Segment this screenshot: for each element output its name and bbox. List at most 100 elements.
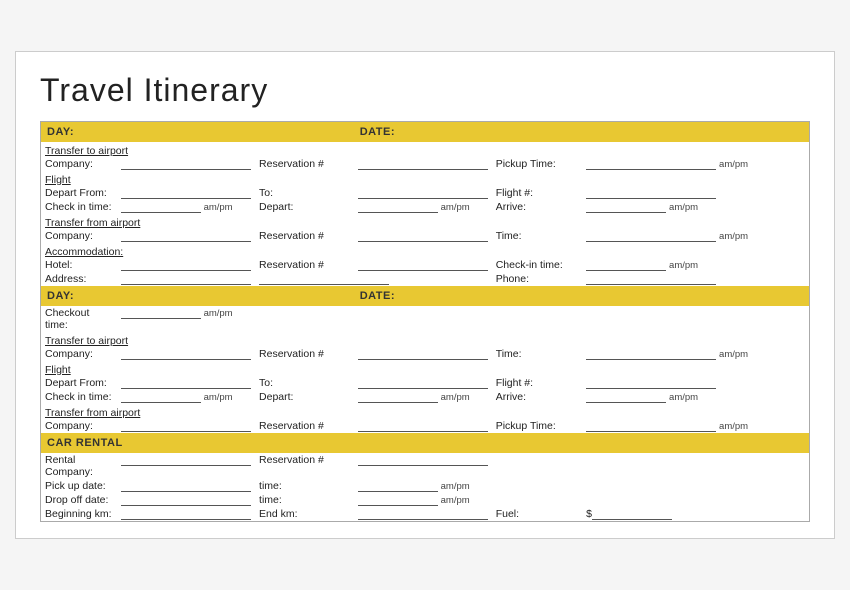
day1-checkin-label: Check in time: <box>41 200 117 214</box>
dropoff-time-label: time: <box>255 493 354 507</box>
day2-flight-label: Flight <box>45 364 71 376</box>
day1-checkin-time-label: Check-in time: <box>492 258 582 272</box>
day1-company-field[interactable] <box>117 157 255 171</box>
day1-depart-field[interactable]: am/pm <box>354 200 492 214</box>
car-rental-row4: Beginning km: End km: Fuel: $ <box>41 507 810 522</box>
day2-flight-label-row: Flight <box>41 361 810 376</box>
day1-accommodation-label-row: Accommodation: <box>41 243 810 258</box>
day2-depart-label: Depart: <box>255 390 354 404</box>
day2-arrive-field[interactable]: am/pm <box>582 390 809 404</box>
day2-flight-num-field[interactable] <box>582 376 809 390</box>
day2-depart-from-label: Depart From: <box>41 376 117 390</box>
pickup-date-field[interactable] <box>117 479 255 493</box>
day1-reservation1-label: Reservation # <box>255 157 354 171</box>
day1-reservation1-field[interactable] <box>354 157 492 171</box>
day1-arrive-label: Arrive: <box>492 200 582 214</box>
day1-flight-num-field[interactable] <box>582 186 809 200</box>
day2-company2-label: Company: <box>41 419 117 433</box>
day1-address-label: Address: <box>41 272 117 286</box>
day1-reservation2-field[interactable] <box>354 229 492 243</box>
day2-pickup-ampm: am/pm <box>719 421 748 432</box>
day1-accommodation-row1: Hotel: Reservation # Check-in time: am/p… <box>41 258 810 272</box>
day2-time-label: Time: <box>492 347 582 361</box>
day2-header-row: DAY: DATE: <box>41 286 810 306</box>
page: Travel Itinerary DAY: DATE: Transfer to … <box>15 51 835 539</box>
day1-transfer-from-airport-label-row: Transfer from airport <box>41 214 810 229</box>
day2-reservation2-field[interactable] <box>354 419 492 433</box>
car-rental-row1: Rental Company: Reservation # <box>41 453 810 479</box>
day1-flight-row2: Check in time: am/pm Depart: am/pm Arriv… <box>41 200 810 214</box>
day2-company-field[interactable] <box>117 347 255 361</box>
day2-reservation1-field[interactable] <box>354 347 492 361</box>
day1-depart-from-field[interactable] <box>117 186 255 200</box>
day1-depart-ampm: am/pm <box>441 202 470 213</box>
day2-transfer-from-airport-data-row: Company: Reservation # Pickup Time: am/p… <box>41 419 810 433</box>
day2-to-field[interactable] <box>354 376 492 390</box>
day2-checkout-row: Checkout time: am/pm <box>41 306 810 332</box>
day1-reservation3-label: Reservation # <box>255 258 354 272</box>
day2-checkin-label: Check in time: <box>41 390 117 404</box>
day1-phone-label: Phone: <box>492 272 582 286</box>
beginning-km-field[interactable] <box>117 507 255 522</box>
day1-address-field2[interactable] <box>255 272 492 286</box>
day1-pickup-field[interactable]: am/pm <box>582 157 809 171</box>
day1-company2-label: Company: <box>41 229 117 243</box>
day1-arrive-field[interactable]: am/pm <box>582 200 809 214</box>
day1-flight-label: Flight <box>45 174 71 186</box>
day2-time-field[interactable]: am/pm <box>582 347 809 361</box>
day1-to-label: To: <box>255 186 354 200</box>
end-km-field[interactable] <box>354 507 492 522</box>
dropoff-time-ampm: am/pm <box>441 495 470 506</box>
day2-depart-from-field[interactable] <box>117 376 255 390</box>
day2-pickup-field[interactable]: am/pm <box>582 419 809 433</box>
day1-accommodation-row2: Address: Phone: <box>41 272 810 286</box>
day1-date-label: DATE: <box>354 122 810 143</box>
day1-day-label: DAY: <box>41 122 354 143</box>
day2-day-label: DAY: <box>41 286 354 306</box>
day2-checkin-field[interactable]: am/pm <box>117 390 255 404</box>
day2-time-ampm: am/pm <box>719 349 748 360</box>
car-reservation-field[interactable] <box>354 453 810 479</box>
fuel-field[interactable]: $ <box>582 507 809 522</box>
day1-time-ampm: am/pm <box>719 231 748 242</box>
rental-company-field[interactable] <box>117 453 255 479</box>
dropoff-date-field[interactable] <box>117 493 255 507</box>
day2-arrive-label: Arrive: <box>492 390 582 404</box>
day1-reservation3-field[interactable] <box>354 258 492 272</box>
day2-checkin-ampm: am/pm <box>204 392 233 403</box>
day2-checkout-label: Checkout time: <box>41 306 117 332</box>
pickup-time-field[interactable]: am/pm <box>354 479 492 493</box>
day2-reservation1-label: Reservation # <box>255 347 354 361</box>
day2-checkout-ampm: am/pm <box>204 308 233 319</box>
day2-checkout-field[interactable]: am/pm <box>117 306 255 332</box>
day1-flight-num-label: Flight #: <box>492 186 582 200</box>
day1-transfer-to-airport-label: Transfer to airport <box>45 145 128 157</box>
day1-checkin-field[interactable]: am/pm <box>117 200 255 214</box>
day1-time-field[interactable]: am/pm <box>582 229 809 243</box>
day2-to-label: To: <box>255 376 354 390</box>
day2-transfer-from-airport-label: Transfer from airport <box>45 407 140 419</box>
day2-depart-field[interactable]: am/pm <box>354 390 492 404</box>
day1-transfer-from-airport-label: Transfer from airport <box>45 217 140 229</box>
day1-header-row: DAY: DATE: <box>41 122 810 143</box>
day2-company2-field[interactable] <box>117 419 255 433</box>
day2-depart-ampm: am/pm <box>441 392 470 403</box>
day1-hotel-field[interactable] <box>117 258 255 272</box>
dropoff-time-field[interactable]: am/pm <box>354 493 492 507</box>
day1-address-field[interactable] <box>117 272 255 286</box>
day1-pickup-ampm: am/pm <box>719 159 748 170</box>
day1-checkin-ampm: am/pm <box>204 202 233 213</box>
day1-company2-field[interactable] <box>117 229 255 243</box>
day1-company-label: Company: <box>41 157 117 171</box>
beginning-km-label: Beginning km: <box>41 507 117 522</box>
day2-flight-row1: Depart From: To: Flight #: <box>41 376 810 390</box>
day1-checkin-time-field[interactable]: am/pm <box>582 258 809 272</box>
day2-transfer-from-airport-label-row: Transfer from airport <box>41 404 810 419</box>
day1-to-field[interactable] <box>354 186 492 200</box>
day1-depart-from-label: Depart From: <box>41 186 117 200</box>
day1-depart-label: Depart: <box>255 200 354 214</box>
day1-time-label: Time: <box>492 229 582 243</box>
car-reservation-label: Reservation # <box>255 453 354 479</box>
car-rental-row2: Pick up date: time: am/pm <box>41 479 810 493</box>
day1-phone-field[interactable] <box>582 272 809 286</box>
